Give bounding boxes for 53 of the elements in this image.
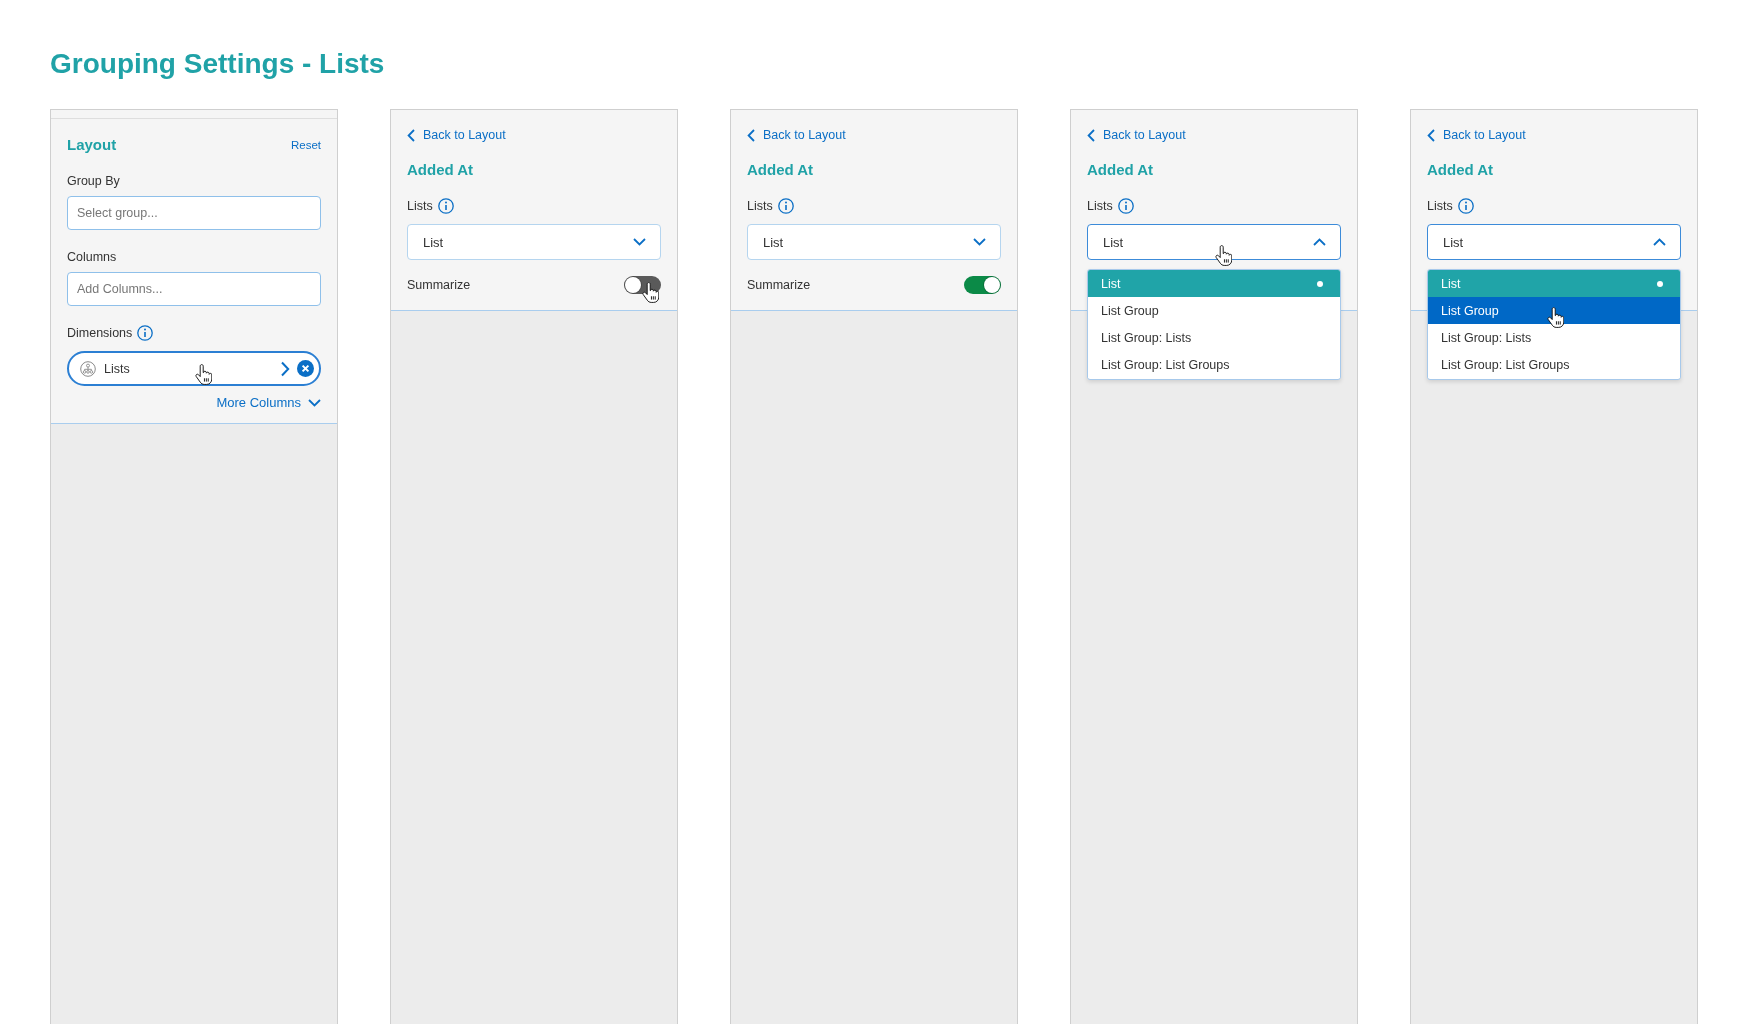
close-icon[interactable] bbox=[297, 360, 314, 377]
list-select[interactable]: List bbox=[1427, 224, 1681, 260]
field-label: Summarize bbox=[747, 277, 811, 293]
page-title: Grouping Settings - Lists bbox=[50, 47, 385, 81]
chevron-left-icon bbox=[407, 128, 415, 142]
text-field[interactable]: Select group... bbox=[67, 196, 321, 230]
text-field[interactable]: Add Columns... bbox=[67, 272, 321, 306]
list-select[interactable]: List bbox=[747, 224, 1001, 260]
field-label: Dimensions bbox=[67, 325, 133, 341]
chevron-up-icon bbox=[1653, 238, 1666, 246]
chevron-left-icon bbox=[1087, 128, 1095, 142]
dropdown-option[interactable]: List Group: List Groups bbox=[1428, 351, 1680, 378]
chevron-left-icon bbox=[1427, 128, 1435, 142]
reset-link[interactable]: Reset bbox=[290, 137, 321, 153]
dropdown-option[interactable]: List Group: List Groups bbox=[1088, 351, 1340, 378]
field-label: Summarize bbox=[407, 277, 471, 293]
field-label: Lists bbox=[407, 198, 433, 214]
info-icon[interactable] bbox=[137, 325, 154, 341]
field-label: Columns bbox=[67, 249, 117, 265]
info-icon[interactable] bbox=[777, 198, 794, 214]
selected-dot-icon bbox=[1317, 280, 1323, 287]
back-link[interactable]: Back to Layout bbox=[1087, 126, 1186, 144]
dropdown-option[interactable]: List Group: Lists bbox=[1088, 324, 1340, 351]
selected-dot-icon bbox=[1657, 280, 1663, 287]
dimension-chip[interactable]: Lists bbox=[67, 351, 321, 386]
list-select[interactable]: List bbox=[407, 224, 661, 260]
field-label: Lists bbox=[1427, 198, 1453, 214]
panel-heading: Layout bbox=[67, 135, 117, 155]
back-link[interactable]: Back to Layout bbox=[1427, 126, 1526, 144]
back-link[interactable]: Back to Layout bbox=[407, 126, 506, 144]
more-columns-button[interactable]: More Columns bbox=[216, 395, 321, 411]
panel-heading: Added At bbox=[407, 160, 474, 180]
hierarchy-icon bbox=[80, 360, 96, 377]
chevron-down-icon bbox=[973, 238, 986, 246]
chevron-right-icon[interactable] bbox=[280, 360, 290, 377]
panel-heading: Added At bbox=[747, 160, 814, 180]
chevron-down-icon bbox=[633, 238, 646, 246]
info-icon[interactable] bbox=[1117, 198, 1134, 214]
chip-label: Lists bbox=[104, 360, 130, 377]
panel-heading: Added At bbox=[1427, 160, 1494, 180]
dropdown-option[interactable]: List Group bbox=[1088, 297, 1340, 324]
field-label: Group By bbox=[67, 173, 120, 189]
info-icon[interactable] bbox=[437, 198, 454, 214]
chevron-down-icon bbox=[308, 399, 321, 407]
field-label: Lists bbox=[1087, 198, 1113, 214]
back-link[interactable]: Back to Layout bbox=[747, 126, 846, 144]
dropdown-option[interactable]: List Group: Lists bbox=[1428, 324, 1680, 351]
chevron-up-icon bbox=[1313, 238, 1326, 246]
info-icon[interactable] bbox=[1457, 198, 1474, 214]
chevron-left-icon bbox=[747, 128, 755, 142]
field-label: Lists bbox=[747, 198, 773, 214]
panel-heading: Added At bbox=[1087, 160, 1154, 180]
summarize-toggle[interactable] bbox=[964, 276, 1001, 294]
